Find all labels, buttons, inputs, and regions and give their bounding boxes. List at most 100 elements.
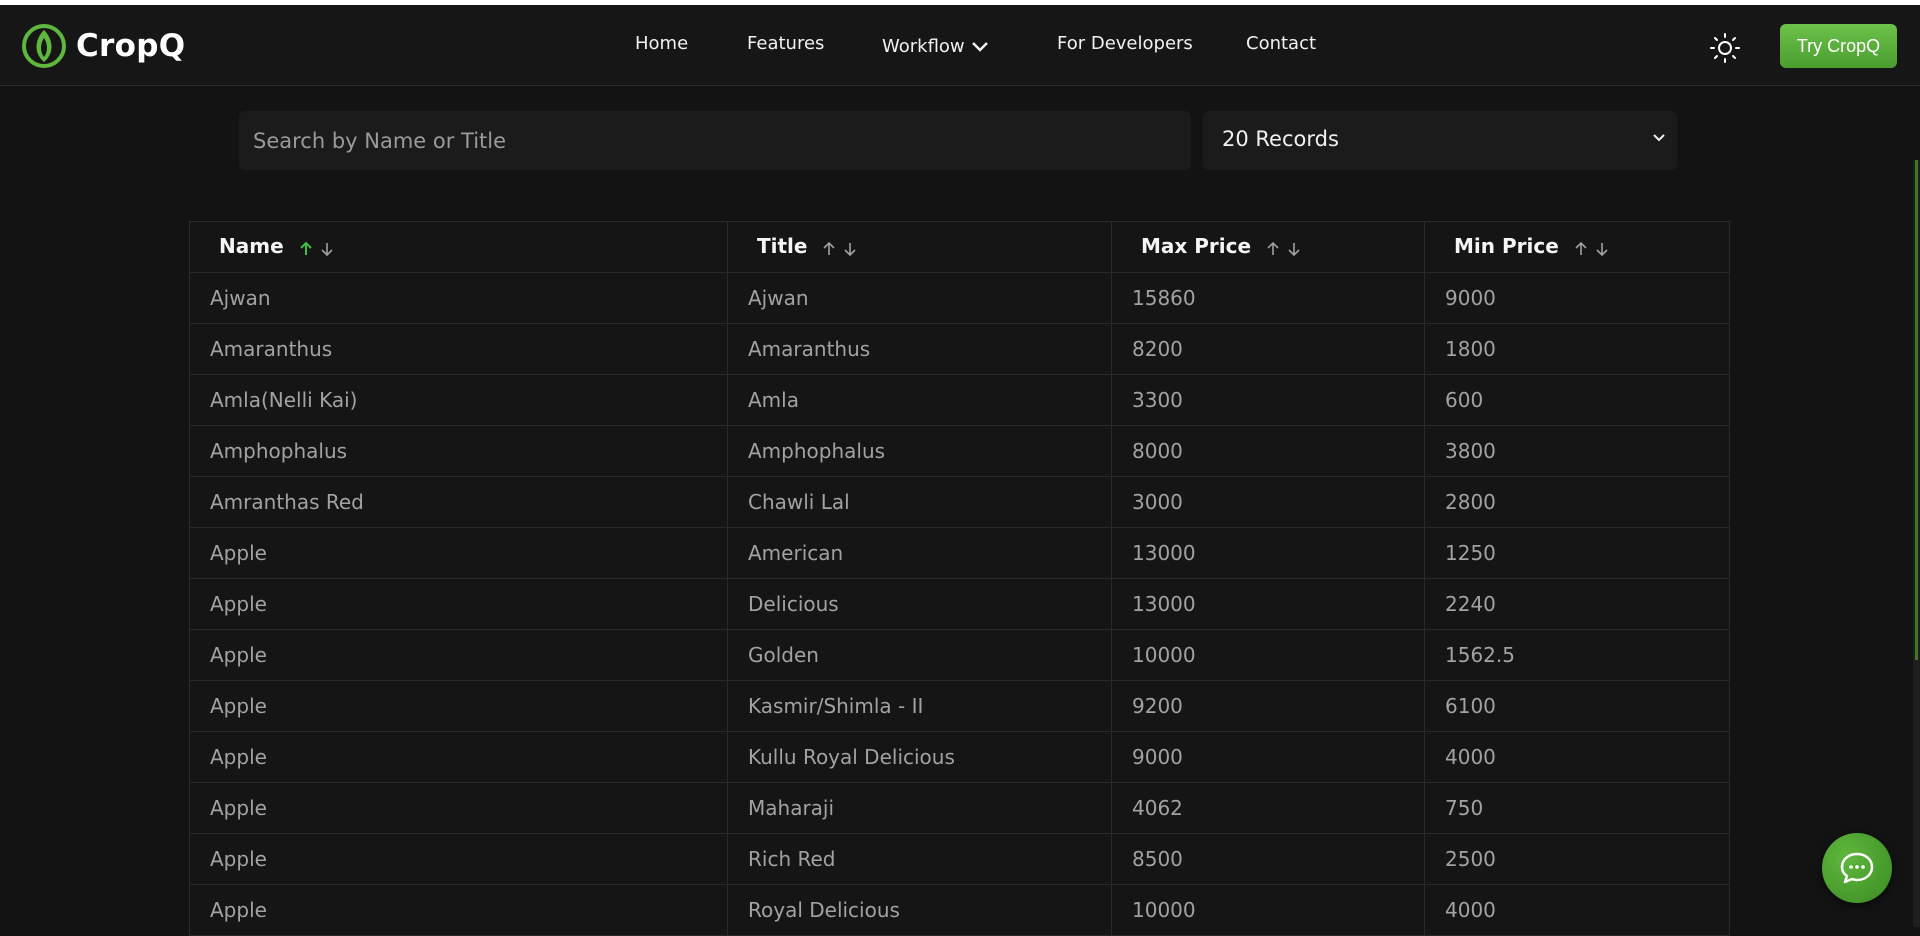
cell-max-price: 9000 xyxy=(1111,731,1425,783)
cell-title: Amaranthus xyxy=(727,323,1112,375)
cell-title: Delicious xyxy=(727,578,1112,630)
table-row: Apple American 13000 1250 xyxy=(189,527,1730,579)
try-cropq-button[interactable]: Try CropQ xyxy=(1780,24,1897,68)
arrow-down-icon[interactable] xyxy=(320,241,334,257)
table-row: Ajwan Ajwan 15860 9000 xyxy=(189,272,1730,324)
column-header-title[interactable]: Title xyxy=(727,221,1112,273)
table-row: Amla(Nelli Kai) Amla 3300 600 xyxy=(189,374,1730,426)
prices-table-wrapper: Name Title Max Price Min Price Ajwan Ajw… xyxy=(189,221,1730,936)
arrow-up-icon[interactable] xyxy=(1266,241,1280,257)
column-header-label: Max Price xyxy=(1141,234,1252,259)
table-row: Amaranthus Amaranthus 8200 1800 xyxy=(189,323,1730,375)
cell-max-price: 8200 xyxy=(1111,323,1425,375)
sort-icons[interactable] xyxy=(1574,236,1609,260)
cell-min-price: 4000 xyxy=(1424,884,1730,936)
cell-min-price: 2240 xyxy=(1424,578,1730,630)
cell-max-price: 8500 xyxy=(1111,833,1425,885)
cell-name: Apple xyxy=(189,731,728,783)
sort-icons[interactable] xyxy=(822,236,857,260)
arrow-down-icon[interactable] xyxy=(1595,241,1609,257)
cell-min-price: 600 xyxy=(1424,374,1730,426)
chevron-down-icon xyxy=(971,42,988,52)
column-header-label: Name xyxy=(219,234,284,259)
table-row: Apple Royal Delicious 10000 4000 xyxy=(189,884,1730,936)
cell-max-price: 4062 xyxy=(1111,782,1425,834)
scrollbar-thumb[interactable] xyxy=(1915,160,1918,660)
nav-workflow-label: Workflow xyxy=(882,36,965,57)
chat-bubble-icon xyxy=(1840,852,1874,884)
arrow-up-icon[interactable] xyxy=(822,241,836,257)
main-nav: Home Features Workflow For Developers Co… xyxy=(0,5,1920,86)
cell-name: Apple xyxy=(189,782,728,834)
table-row: Apple Kullu Royal Delicious 9000 4000 xyxy=(189,731,1730,783)
column-header-min-price[interactable]: Min Price xyxy=(1424,221,1730,273)
cell-max-price: 10000 xyxy=(1111,884,1425,936)
cell-max-price: 8000 xyxy=(1111,425,1425,477)
arrow-down-icon[interactable] xyxy=(1287,241,1301,257)
nav-for-developers[interactable]: For Developers xyxy=(1057,33,1193,54)
cell-title: Royal Delicious xyxy=(727,884,1112,936)
chevron-down-icon xyxy=(1653,134,1665,142)
cell-min-price: 1800 xyxy=(1424,323,1730,375)
cell-min-price: 4000 xyxy=(1424,731,1730,783)
nav-features[interactable]: Features xyxy=(747,33,824,54)
cell-name: Apple xyxy=(189,578,728,630)
cell-min-price: 3800 xyxy=(1424,425,1730,477)
nav-home[interactable]: Home xyxy=(635,33,688,54)
cell-title: Golden xyxy=(727,629,1112,681)
cell-title: Ajwan xyxy=(727,272,1112,324)
table-row: Apple Delicious 13000 2240 xyxy=(189,578,1730,630)
site-header: CropQ Home Features Workflow For Develop… xyxy=(0,5,1920,86)
cell-name: Amranthas Red xyxy=(189,476,728,528)
sort-icons[interactable] xyxy=(299,236,334,260)
cell-title: Amphophalus xyxy=(727,425,1112,477)
cell-title: Kullu Royal Delicious xyxy=(727,731,1112,783)
cell-title: Amla xyxy=(727,374,1112,426)
scrollbar[interactable] xyxy=(1913,160,1920,927)
column-header-name[interactable]: Name xyxy=(189,221,728,273)
cell-min-price: 2500 xyxy=(1424,833,1730,885)
records-select-value: 20 Records xyxy=(1222,127,1339,151)
cell-min-price: 1250 xyxy=(1424,527,1730,579)
column-header-label: Title xyxy=(757,234,808,259)
prices-table: Name Title Max Price Min Price Ajwan Ajw… xyxy=(189,221,1730,936)
cell-name: Amla(Nelli Kai) xyxy=(189,374,728,426)
table-row: Apple Maharaji 4062 750 xyxy=(189,782,1730,834)
nav-workflow[interactable]: Workflow xyxy=(882,36,989,57)
arrow-up-icon[interactable] xyxy=(1574,241,1588,257)
cell-name: Apple xyxy=(189,833,728,885)
table-controls: 20 Records xyxy=(0,111,1920,171)
column-header-max-price[interactable]: Max Price xyxy=(1111,221,1425,273)
cell-name: Ajwan xyxy=(189,272,728,324)
table-row: Amranthas Red Chawli Lal 3000 2800 xyxy=(189,476,1730,528)
table-row: Apple Golden 10000 1562.5 xyxy=(189,629,1730,681)
arrow-down-icon[interactable] xyxy=(843,241,857,257)
cell-name: Apple xyxy=(189,884,728,936)
cell-title: Chawli Lal xyxy=(727,476,1112,528)
nav-contact[interactable]: Contact xyxy=(1246,33,1316,54)
cell-title: Rich Red xyxy=(727,833,1112,885)
table-row: Apple Kasmir/Shimla - II 9200 6100 xyxy=(189,680,1730,732)
sun-icon xyxy=(1710,33,1740,63)
cell-min-price: 6100 xyxy=(1424,680,1730,732)
cell-title: American xyxy=(727,527,1112,579)
column-header-label: Min Price xyxy=(1454,234,1559,259)
cell-min-price: 9000 xyxy=(1424,272,1730,324)
cell-title: Kasmir/Shimla - II xyxy=(727,680,1112,732)
search-input[interactable] xyxy=(239,111,1191,170)
cell-min-price: 1562.5 xyxy=(1424,629,1730,681)
cell-title: Maharaji xyxy=(727,782,1112,834)
cell-max-price: 13000 xyxy=(1111,578,1425,630)
cell-name: Apple xyxy=(189,527,728,579)
table-header-row: Name Title Max Price Min Price xyxy=(189,221,1730,273)
cell-max-price: 13000 xyxy=(1111,527,1425,579)
cell-name: Apple xyxy=(189,629,728,681)
table-row: Amphophalus Amphophalus 8000 3800 xyxy=(189,425,1730,477)
arrow-up-icon[interactable] xyxy=(299,241,313,257)
chat-button[interactable] xyxy=(1822,833,1892,903)
sort-icons[interactable] xyxy=(1266,236,1301,260)
cell-max-price: 3000 xyxy=(1111,476,1425,528)
theme-toggle[interactable] xyxy=(1710,33,1740,63)
cell-max-price: 15860 xyxy=(1111,272,1425,324)
records-per-page-select[interactable]: 20 Records xyxy=(1203,111,1677,170)
